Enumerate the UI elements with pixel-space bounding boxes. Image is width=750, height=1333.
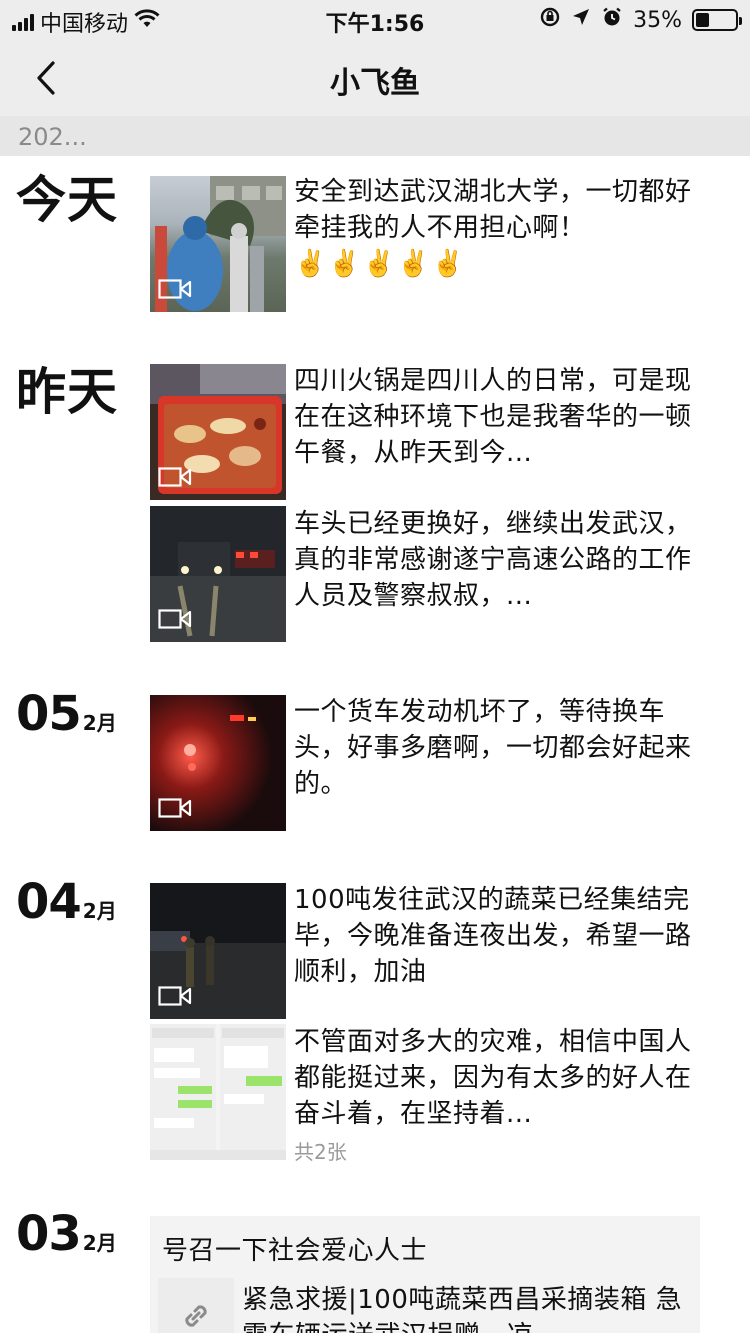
post-text[interactable]: 一个货车发动机坏了，等待换车头，好事多磨啊，一切都会好起来的。 bbox=[294, 694, 704, 802]
video-camera-icon bbox=[158, 797, 192, 823]
link-post-title: 号召一下社会爱心人士 bbox=[162, 1236, 428, 1266]
day-label-today: 今天 bbox=[16, 171, 118, 229]
date-day: 03 bbox=[16, 1206, 82, 1262]
video-camera-icon bbox=[158, 466, 192, 492]
battery-percent: 35% bbox=[633, 7, 682, 33]
battery-icon bbox=[692, 9, 742, 31]
post-text[interactable]: 不管面对多大的灾难，相信中国人都能挺过来，因为有太多的好人在奋斗着，在坚持着..… bbox=[294, 1024, 704, 1132]
post-text-body: 安全到达武汉湖北大学，一切都好牵挂我的人不用担心啊！ bbox=[294, 177, 692, 243]
date-month: 2月 bbox=[82, 711, 117, 735]
location-icon bbox=[571, 7, 591, 33]
post-thumbnail[interactable] bbox=[150, 176, 286, 312]
day-label-yesterday: 昨天 bbox=[16, 363, 118, 421]
link-icon bbox=[158, 1278, 234, 1333]
status-bar: 中国移动 下午1:56 35% bbox=[0, 0, 750, 40]
date-day: 05 bbox=[16, 686, 82, 742]
image-count: 共2张 bbox=[294, 1140, 347, 1164]
post-thumbnail[interactable] bbox=[150, 506, 286, 642]
year-header: 202... bbox=[0, 116, 750, 156]
date-month: 2月 bbox=[82, 899, 117, 923]
shared-link-post[interactable]: 号召一下社会爱心人士 紧急求援|100吨蔬菜西昌采摘装箱 急需车辆运送武汉捐赠，… bbox=[150, 1216, 700, 1333]
link-preview[interactable]: 紧急求援|100吨蔬菜西昌采摘装箱 急需车辆运送武汉捐赠，凉 bbox=[158, 1278, 692, 1333]
chat-screenshots-image bbox=[150, 1024, 286, 1160]
moments-feed[interactable]: 今天 安全到达武汉湖北大学，一切都好牵挂我的人不用担心啊！ ✌️✌️✌️✌️✌️… bbox=[0, 156, 750, 1333]
status-right: 35% bbox=[539, 6, 742, 34]
post-text[interactable]: 100吨发往武汉的蔬菜已经集结完毕，今晚准备连夜出发，希望一路顺利，加油 bbox=[294, 882, 704, 990]
post-thumbnail[interactable] bbox=[150, 364, 286, 500]
nav-bar: 小飞鱼 bbox=[0, 40, 750, 116]
video-camera-icon bbox=[158, 278, 192, 304]
date-day: 04 bbox=[16, 874, 82, 930]
alarm-icon bbox=[601, 6, 623, 34]
post-text[interactable]: 车头已经更换好，继续出发武汉，真的非常感谢遂宁高速公路的工作人员及警察叔叔，..… bbox=[294, 506, 704, 614]
rotation-lock-icon bbox=[539, 6, 561, 34]
link-preview-text: 紧急求援|100吨蔬菜西昌采摘装箱 急需车辆运送武汉捐赠，凉 bbox=[242, 1285, 683, 1333]
date-label-feb03: 03 2月 bbox=[16, 1206, 117, 1262]
post-text[interactable]: 安全到达武汉湖北大学，一切都好牵挂我的人不用担心啊！ ✌️✌️✌️✌️✌️ bbox=[294, 174, 704, 282]
video-camera-icon bbox=[158, 608, 192, 634]
page-title: 小飞鱼 bbox=[330, 66, 420, 101]
post-text[interactable]: 四川火锅是四川人的日常，可是现在在这种环境下也是我奢华的一顿午餐，从昨天到今..… bbox=[294, 363, 704, 471]
post-thumbnail[interactable] bbox=[150, 1024, 286, 1160]
date-month: 2月 bbox=[82, 1231, 117, 1255]
post-thumbnail[interactable] bbox=[150, 883, 286, 1019]
date-label-feb05: 05 2月 bbox=[16, 686, 117, 742]
video-camera-icon bbox=[158, 985, 192, 1011]
post-emoji: ✌️✌️✌️✌️✌️ bbox=[294, 249, 466, 279]
post-thumbnail[interactable] bbox=[150, 695, 286, 831]
date-label-feb04: 04 2月 bbox=[16, 874, 117, 930]
